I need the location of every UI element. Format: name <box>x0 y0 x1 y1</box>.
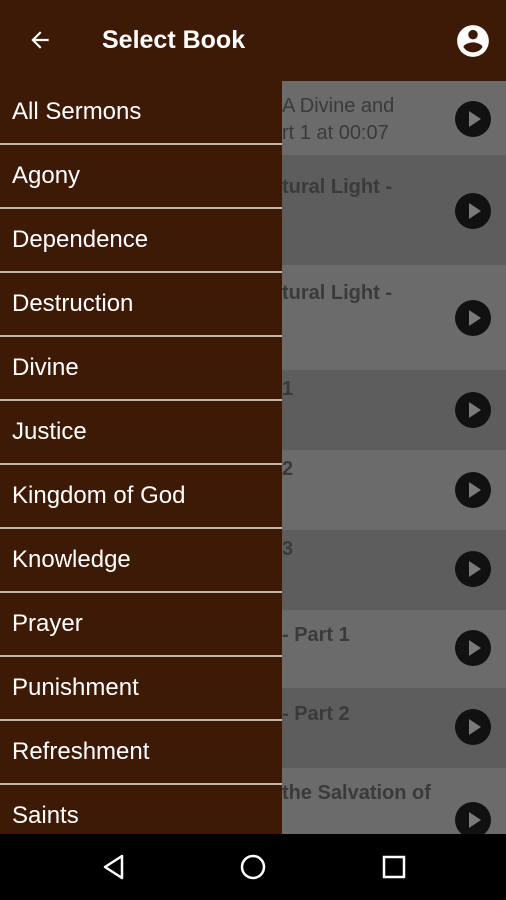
list-item-title: 1 <box>282 378 294 400</box>
drawer-item-kingdom-of-god[interactable]: Kingdom of God <box>0 465 282 529</box>
list-item-title: the Salvation of <box>282 782 431 804</box>
square-recents-icon[interactable] <box>376 849 412 885</box>
list-item-title: - Part 1 <box>282 624 350 646</box>
page-title: Select Book <box>102 26 246 54</box>
account-circle-icon[interactable] <box>454 22 492 60</box>
app-bar: Select Book <box>0 0 506 81</box>
circle-home-icon[interactable] <box>235 849 271 885</box>
drawer-item-refreshment[interactable]: Refreshment <box>0 721 282 785</box>
list-item-title: tural Light - <box>282 282 392 304</box>
play-icon[interactable] <box>455 193 491 229</box>
list-item-title: A Divine and <box>282 95 395 117</box>
play-icon[interactable] <box>455 802 491 834</box>
play-icon[interactable] <box>455 101 491 137</box>
list-item-title: tural Light - <box>282 176 392 198</box>
drawer-item-saints[interactable]: Saints <box>0 785 282 834</box>
drawer-item-justice[interactable]: Justice <box>0 401 282 465</box>
drawer-item-destruction[interactable]: Destruction <box>0 273 282 337</box>
system-nav-bar <box>0 834 506 900</box>
drawer-item-dependence[interactable]: Dependence <box>0 209 282 273</box>
list-item-subtitle: rt 1 at 00:07 <box>282 122 389 144</box>
drawer-item-punishment[interactable]: Punishment <box>0 657 282 721</box>
drawer-item-agony[interactable]: Agony <box>0 145 282 209</box>
list-item-title: 2 <box>282 458 294 480</box>
list-item-title: - Part 2 <box>282 703 350 725</box>
drawer-item-knowledge[interactable]: Knowledge <box>0 529 282 593</box>
play-icon[interactable] <box>455 472 491 508</box>
drawer-item-divine[interactable]: Divine <box>0 337 282 401</box>
triangle-back-icon[interactable] <box>96 849 132 885</box>
play-icon[interactable] <box>455 300 491 336</box>
play-icon[interactable] <box>455 551 491 587</box>
back-arrow-icon[interactable] <box>22 22 58 58</box>
drawer-item-all-sermons[interactable]: All Sermons <box>0 81 282 145</box>
play-icon[interactable] <box>455 392 491 428</box>
drawer-item-prayer[interactable]: Prayer <box>0 593 282 657</box>
list-item-title: 3 <box>282 538 294 560</box>
book-drawer: All Sermons Agony Dependence Destruction… <box>0 81 282 834</box>
play-icon[interactable] <box>455 709 491 745</box>
play-icon[interactable] <box>455 630 491 666</box>
